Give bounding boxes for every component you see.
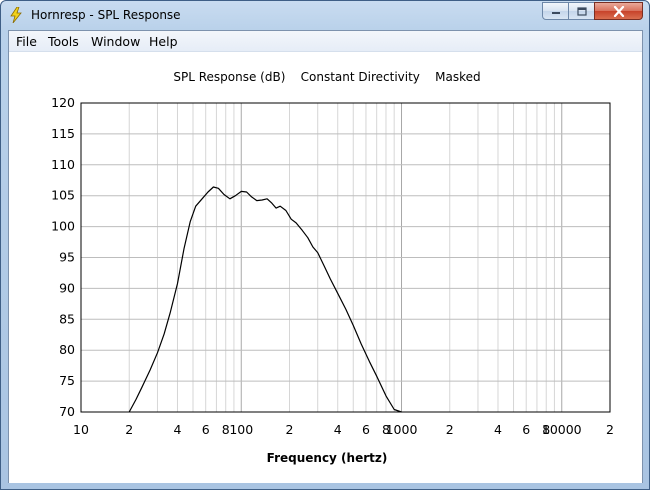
- menu-file[interactable]: File: [16, 34, 37, 49]
- plot-area: SPL Response (dB) Constant Directivity M…: [9, 52, 642, 483]
- y-tick-label: 110: [51, 157, 75, 172]
- app-window: Hornresp - SPL Response File Tools Windo…: [0, 0, 650, 490]
- x-tick-label: 4: [334, 422, 342, 437]
- x-tick-label: 2: [606, 422, 614, 437]
- y-tick-label: 120: [51, 95, 75, 110]
- y-tick-label: 70: [59, 404, 75, 419]
- x-tick-label: 2: [286, 422, 294, 437]
- y-tick-label: 100: [51, 219, 75, 234]
- y-tick-label: 75: [59, 373, 75, 388]
- x-axis-tick-labels: 10 2 4 6 8 100 2 4 6 81000 2 4 6 810000 2: [73, 422, 614, 437]
- x-tick-label: 2: [446, 422, 454, 437]
- close-icon: [613, 5, 624, 17]
- menu-help[interactable]: Help: [149, 34, 178, 49]
- minimize-icon: [551, 12, 560, 14]
- x-tick-label: 6: [362, 422, 370, 437]
- client-area: File Tools Window Help SPL Response (dB)…: [8, 30, 643, 483]
- y-tick-label: 105: [51, 188, 75, 203]
- maximize-button[interactable]: [568, 2, 595, 20]
- close-button[interactable]: [594, 2, 643, 20]
- y-tick-label: 95: [59, 250, 75, 265]
- chart-title: SPL Response (dB) Constant Directivity M…: [173, 70, 480, 84]
- y-tick-label: 115: [51, 126, 75, 141]
- maximize-icon: [576, 6, 587, 16]
- x-axis-label: Frequency (hertz): [267, 451, 388, 465]
- y-axis-tick-labels: 120 115 110 105 100 95 90 85 80 75 70: [51, 95, 75, 419]
- window-title: Hornresp - SPL Response: [31, 8, 181, 22]
- series-layer: [128, 186, 402, 413]
- minimize-button[interactable]: [542, 2, 569, 20]
- menu-tools[interactable]: Tools: [48, 34, 79, 49]
- x-tick-label: 6: [522, 422, 530, 437]
- title-bar[interactable]: Hornresp - SPL Response: [1, 1, 649, 30]
- spl-response-line: [128, 186, 402, 413]
- x-tick-label: 2: [125, 422, 133, 437]
- menu-window[interactable]: Window: [91, 34, 140, 49]
- y-tick-label: 90: [59, 280, 75, 295]
- spl-response-chart: SPL Response (dB) Constant Directivity M…: [51, 70, 614, 465]
- y-tick-label: 80: [59, 342, 75, 357]
- x-tick-label: 10: [73, 422, 89, 437]
- menu-bar: File Tools Window Help: [9, 31, 642, 52]
- x-tick-label: 4: [174, 422, 182, 437]
- grid: [81, 103, 610, 412]
- y-tick-label: 85: [59, 311, 75, 326]
- lightning-bolt-icon: [10, 7, 22, 23]
- x-tick-label: 1000: [386, 422, 418, 437]
- x-tick-label: 4: [494, 422, 502, 437]
- x-tick-label: 10000: [542, 422, 582, 437]
- x-tick-label: 100: [229, 422, 253, 437]
- x-tick-label: 6: [202, 422, 210, 437]
